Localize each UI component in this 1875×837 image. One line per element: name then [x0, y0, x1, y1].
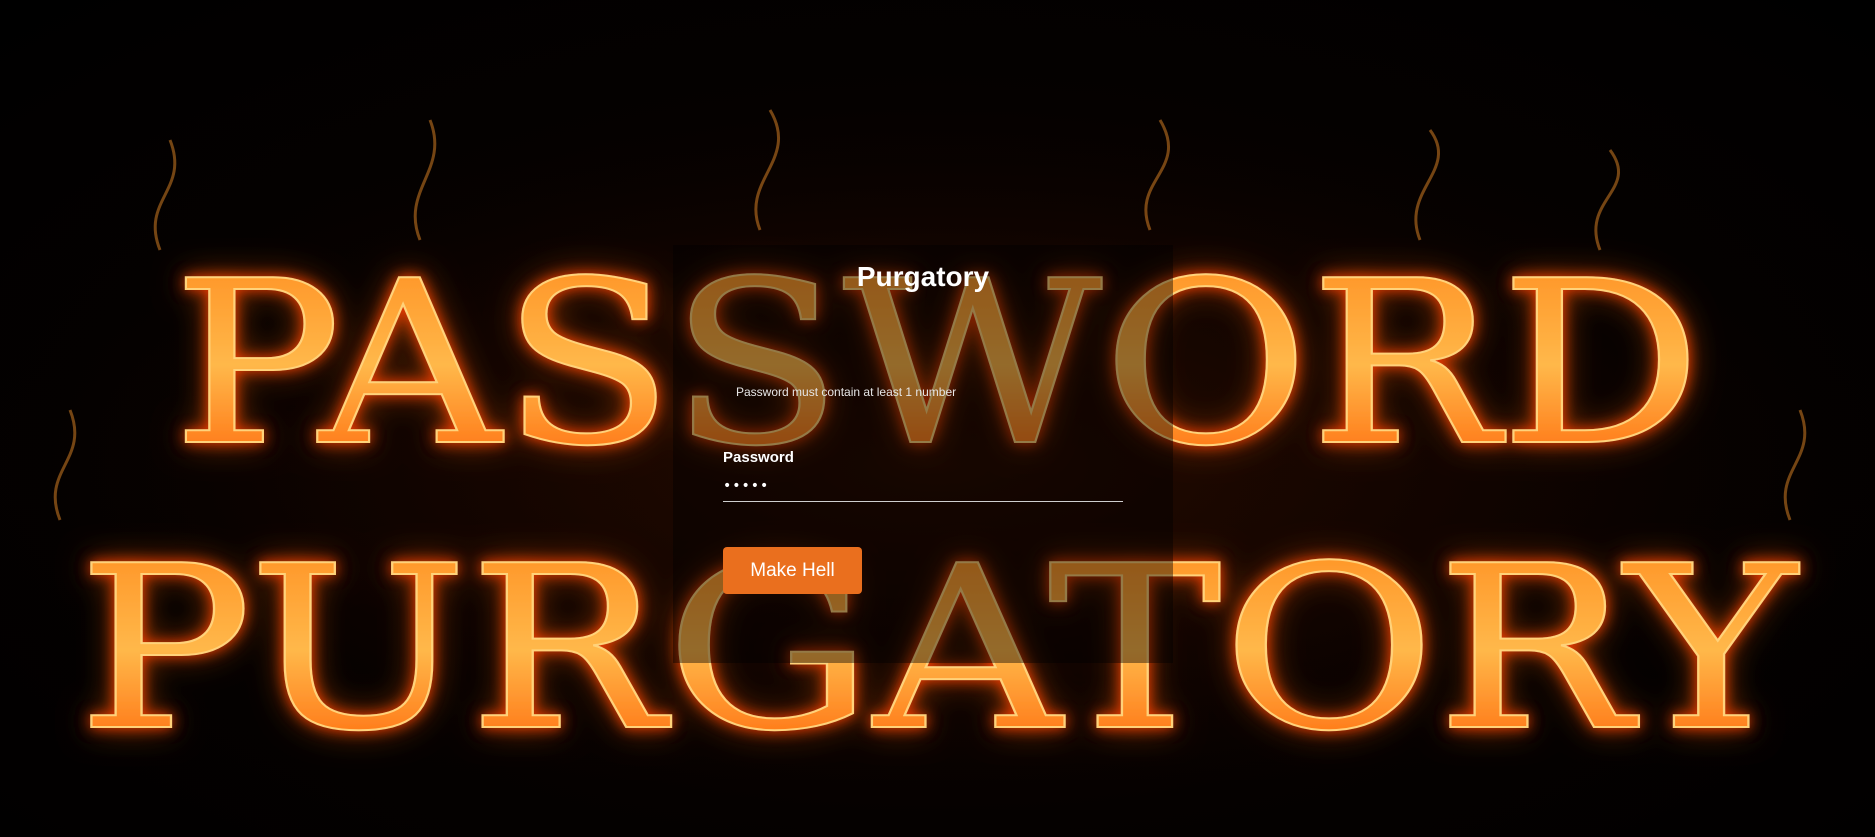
make-hell-button[interactable]: Make Hell — [723, 547, 862, 594]
password-input[interactable] — [723, 471, 1123, 502]
password-label: Password — [723, 449, 794, 466]
password-rule-message: Password must contain at least 1 number — [736, 385, 957, 399]
login-page: PASSWORD PURGATORY Purgatory Password mu… — [0, 0, 1875, 837]
page-title: Purgatory — [856, 261, 990, 292]
login-panel: Purgatory Password must contain at least… — [673, 245, 1173, 663]
